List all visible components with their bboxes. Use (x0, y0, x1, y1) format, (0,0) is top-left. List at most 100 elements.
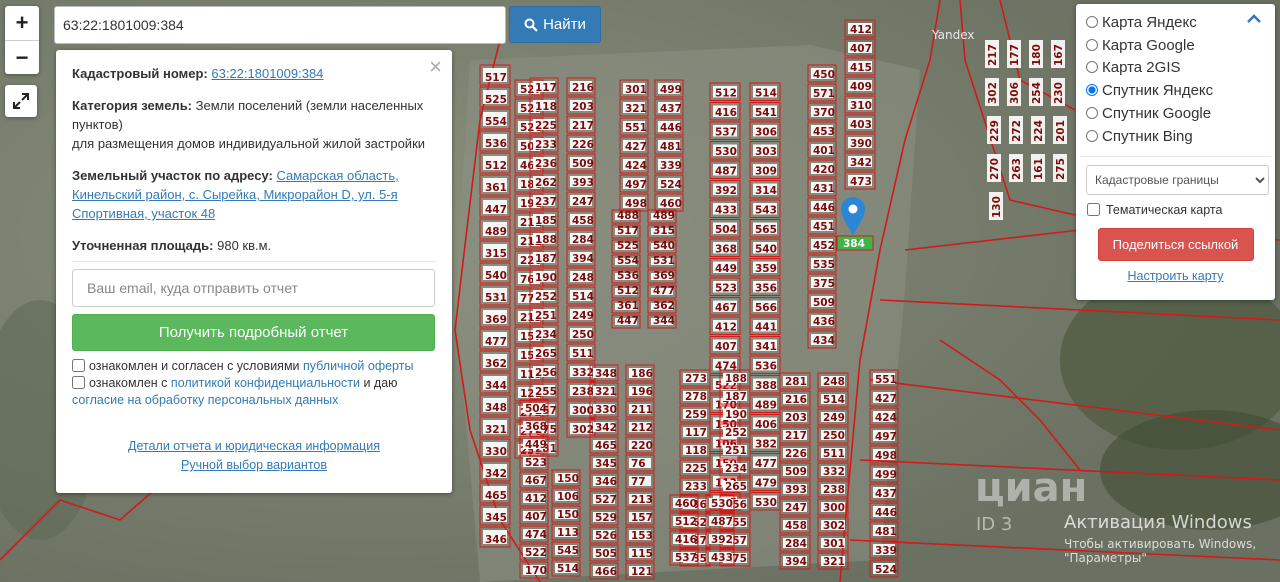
configure-map-link[interactable]: Настроить карту (1086, 269, 1265, 283)
offer-agreement[interactable]: ознакомлен и согласен с условиями публич… (72, 358, 436, 375)
plot-number-label: 346 (595, 476, 617, 488)
plot-number-label: 522 (525, 547, 547, 559)
layer-option[interactable]: Карта 2GIS (1086, 57, 1265, 80)
layer-option[interactable]: Спутник Bing (1086, 126, 1265, 149)
plot-number-label: 477 (485, 336, 507, 348)
layer-option-label: Карта 2GIS (1102, 59, 1181, 77)
plot-number-label: 412 (850, 24, 872, 36)
plot-number-label: 531 (653, 255, 675, 267)
layer-option[interactable]: Спутник Google (1086, 103, 1265, 126)
plot-number-label: 523 (525, 457, 547, 469)
plot-number-label: 345 (485, 512, 507, 524)
close-icon[interactable]: × (429, 56, 442, 78)
yandex-watermark: Yandex (932, 28, 975, 42)
plot-number-label: 392 (715, 185, 737, 197)
plot-number-label: 187 (725, 391, 747, 403)
fullscreen-button[interactable] (5, 85, 37, 117)
cian-id-watermark: ID 3 (976, 514, 1013, 535)
plot-number-label: 237 (535, 196, 557, 208)
plot-number-label: 225 (685, 463, 707, 475)
personal-data-consent-link[interactable]: согласие на обработку персональных данны… (72, 393, 338, 407)
report-details-link[interactable]: Детали отчета и юридическая информация (72, 437, 436, 456)
plot-number-label: 346 (485, 534, 507, 546)
plot-number-label: 302 (987, 82, 999, 104)
cadastral-search-input[interactable] (54, 6, 506, 44)
plot-number-label: 427 (625, 141, 647, 153)
layer-radio[interactable] (1086, 38, 1098, 51)
privacy-agreement-text: ознакомлен с (89, 376, 168, 390)
plot-number-label: 368 (525, 421, 547, 433)
map-layers-panel: Карта Яндекс Карта Google Карта 2GIS Спутни… (1076, 4, 1275, 300)
plot-number-label: 150 (557, 509, 579, 521)
public-offer-link[interactable]: публичной оферты (303, 359, 413, 373)
plot-number-label: 416 (715, 107, 737, 119)
plot-number-label: 300 (823, 502, 845, 514)
zoom-out-button[interactable]: − (5, 40, 39, 74)
boundaries-select[interactable]: Кадастровые границы (1086, 165, 1269, 196)
plot-number-label: 504 (525, 403, 547, 415)
plot-number-label: 434 (813, 335, 835, 347)
plot-number-label: 342 (850, 157, 872, 169)
layer-option-label: Спутник Яндекс (1102, 82, 1214, 100)
plot-number-label: 247 (785, 502, 807, 514)
privacy-checkbox[interactable] (72, 376, 85, 389)
plot-number-label: 393 (572, 177, 594, 189)
email-field[interactable] (72, 269, 435, 307)
manual-selection-link[interactable]: Ручной выбор вариантов (72, 456, 436, 475)
plot-number-label: 489 (755, 400, 777, 412)
layer-radio[interactable] (1086, 61, 1098, 74)
plot-number-label: 118 (685, 445, 707, 457)
address-row: Земельный участок по адресу: Самарская о… (72, 166, 436, 223)
plot-number-label: 359 (755, 263, 777, 275)
get-report-button[interactable]: Получить подробный отчет (72, 314, 435, 351)
panel-links: Детали отчета и юридическая информация Р… (72, 437, 436, 475)
plot-number-label: 284 (572, 234, 594, 246)
plot-number-label: 467 (525, 475, 547, 487)
plot-number-label: 504 (715, 224, 737, 236)
plot-number-label: 488 (617, 210, 639, 222)
search-icon (524, 18, 538, 32)
share-link-button[interactable]: Поделиться ссылкой (1097, 228, 1254, 262)
plot-number-label: 348 (485, 402, 507, 414)
layer-options: Карта Яндекс Карта Google Карта 2GIS Спутни… (1086, 12, 1265, 148)
plot-number-label: 314 (755, 185, 777, 197)
plot-number-label: 284 (785, 538, 807, 550)
thematic-map-toggle[interactable]: Тематическая карта (1086, 203, 1265, 217)
plot-number-label: 263 (1011, 158, 1023, 180)
plot-number-label: 262 (535, 177, 557, 189)
offer-checkbox[interactable] (72, 359, 85, 372)
plot-number-label: 341 (755, 341, 777, 353)
thematic-map-checkbox[interactable] (1087, 203, 1100, 217)
plot-number-label: 217 (572, 120, 594, 132)
plot-number-label: 362 (485, 358, 507, 370)
layer-option-label: Карта Яндекс (1102, 14, 1197, 31)
layer-option[interactable]: Карта Яндекс (1086, 12, 1265, 35)
cadastral-number-link[interactable]: 63:22:1801009:384 (211, 66, 323, 81)
privacy-agreement[interactable]: ознакомлен с политикой конфиденциальност… (72, 375, 436, 409)
plot-number-label: 565 (755, 224, 777, 236)
plot-number-label: 369 (485, 314, 507, 326)
plot-number-label: 121 (631, 566, 653, 578)
plot-number-label: 424 (875, 412, 897, 424)
layer-radio[interactable] (1086, 16, 1098, 28)
layer-option[interactable]: Карта Google (1086, 35, 1265, 58)
layer-option[interactable]: Спутник Яндекс (1086, 80, 1265, 103)
plot-number-label: 278 (685, 391, 707, 403)
layer-radio[interactable] (1086, 129, 1098, 142)
plot-number-label: 394 (785, 556, 807, 568)
layer-radio[interactable] (1086, 84, 1098, 97)
plot-number-label: 517 (617, 225, 639, 237)
layer-radio[interactable] (1086, 106, 1098, 119)
plot-number-label: 473 (850, 176, 872, 188)
privacy-policy-link[interactable]: политикой конфиденциальности (171, 376, 360, 390)
plot-number-label: 474 (525, 529, 547, 541)
plot-number-label: 212 (631, 422, 653, 434)
plot-number-label: 339 (875, 545, 897, 557)
chevron-up-icon[interactable] (1247, 14, 1261, 24)
zoom-in-button[interactable]: + (5, 6, 39, 40)
cadastral-number-label: Кадастровый номер: (72, 66, 208, 81)
plot-number-label: 540 (485, 270, 507, 282)
divider (1080, 156, 1271, 158)
search-button[interactable]: Найти (509, 6, 601, 43)
plot-number-label: 514 (755, 88, 777, 100)
